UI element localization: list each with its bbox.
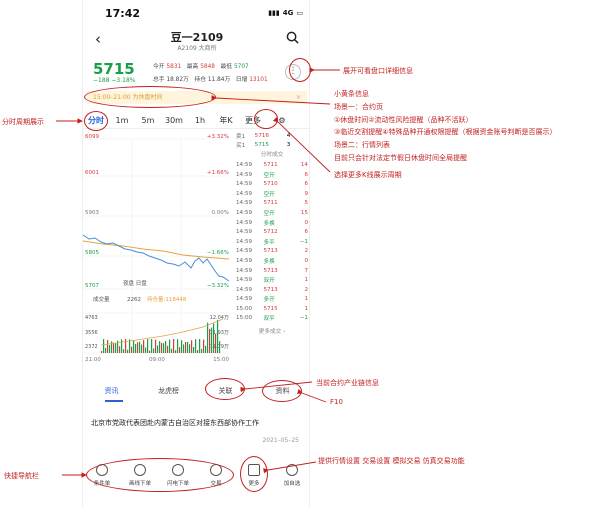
annotation-chain: 当前合约产业链信息 [316,379,379,387]
annotation-kline: 选择更多K线展示周期 [334,171,402,179]
annotation-expand: 展开可看盘口详细信息 [343,67,413,75]
annotation-features: 提供行情设置 交易设置 模拟交易 仿真交易功能 [318,457,465,465]
annotation-arrows [56,67,340,478]
annotation-f10: F10 [330,398,343,406]
annotation-nav: 快捷导航栏 [4,472,39,480]
annotation-notice-block: 小黄条信息 场景一：合约页 ①休盘时间②流动性风险提醒（品种不活跃） ③临近交割… [334,90,557,162]
annotation-period: 分时周期展示 [2,118,44,126]
